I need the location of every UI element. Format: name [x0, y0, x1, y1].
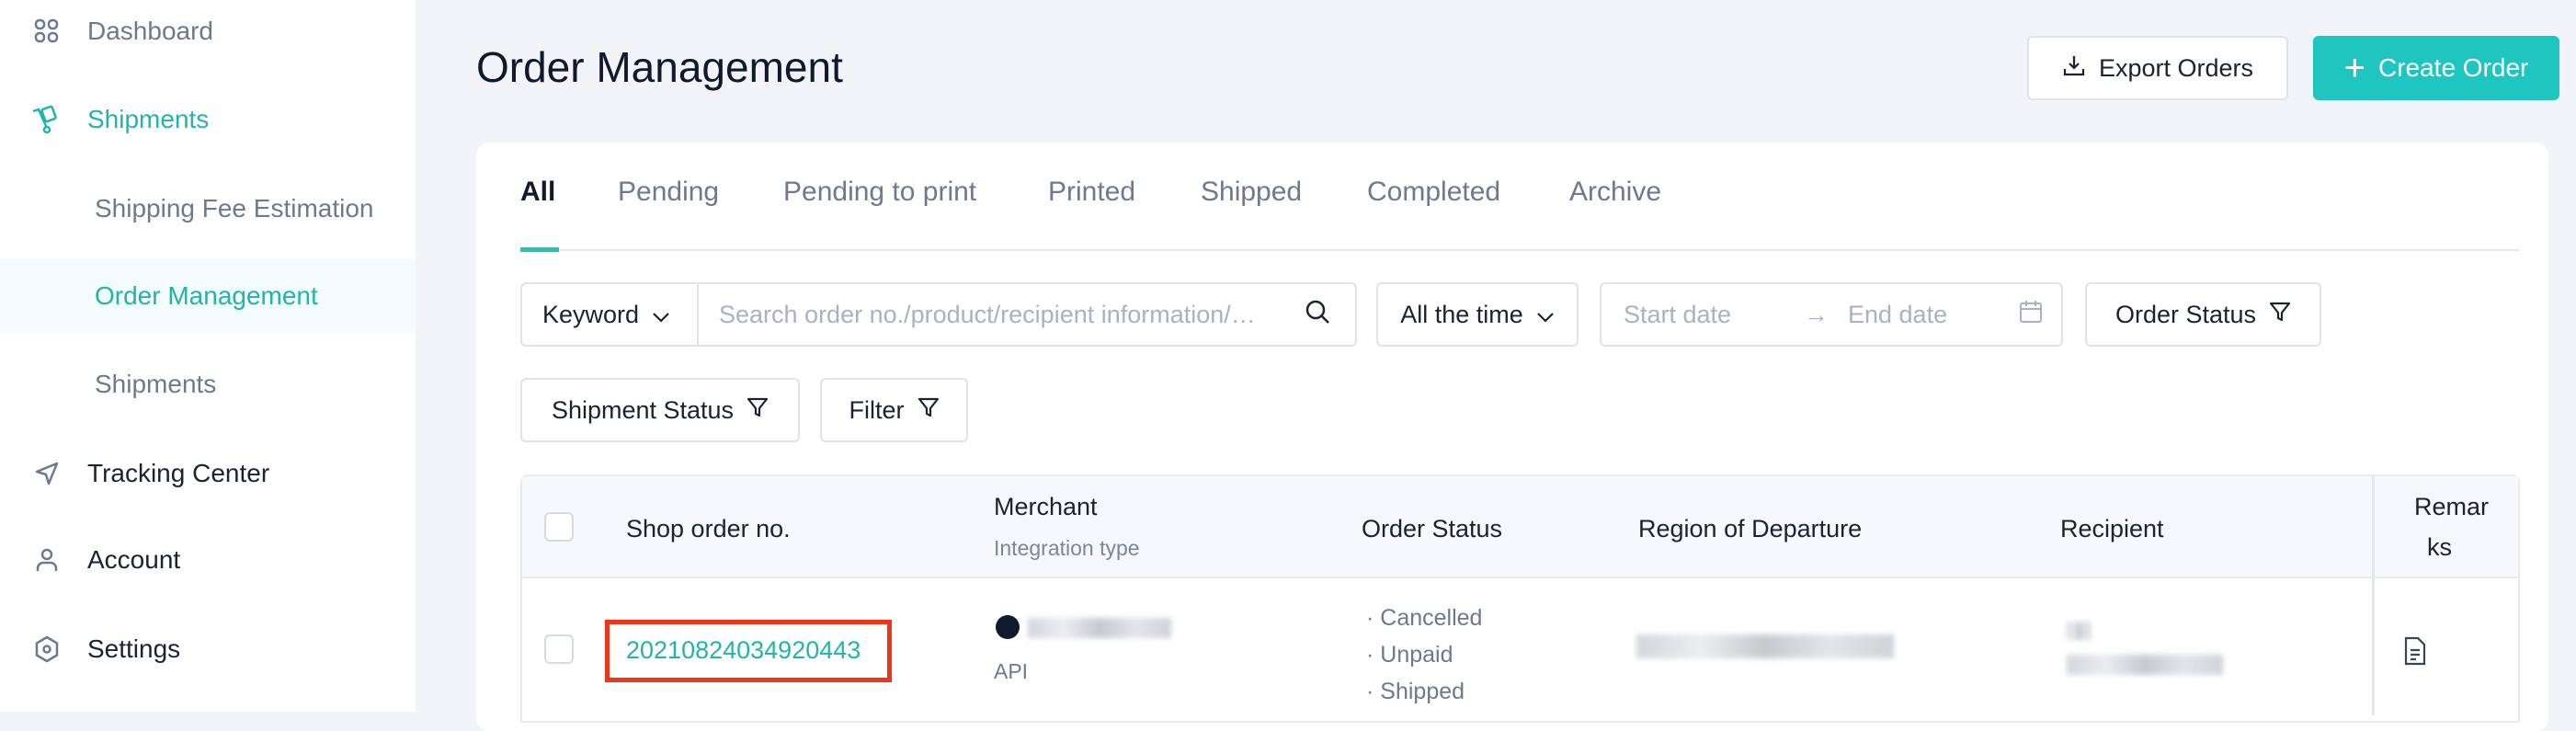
merchant-name-redacted	[1028, 618, 1171, 638]
filter-icon	[918, 396, 940, 425]
settings-icon	[31, 634, 63, 665]
sidebar-item-label: Settings	[87, 634, 181, 663]
sidebar-item-label: Shipments	[95, 370, 217, 398]
region-redacted	[1636, 634, 1894, 658]
status-item: · Cancelled	[1366, 605, 1483, 631]
tab-archive[interactable]: Archive	[1569, 177, 1661, 208]
select-all-checkbox[interactable]	[544, 512, 574, 542]
order-status-filter[interactable]: Order Status	[2085, 282, 2321, 347]
tab-pending[interactable]: Pending	[618, 177, 719, 208]
order-status-list: · Cancelled · Unpaid · Shipped	[1366, 600, 1482, 710]
time-range-value: All the time	[1400, 300, 1523, 328]
recipient-address-redacted	[2067, 655, 2223, 675]
order-number-link[interactable]: 20210824034920443	[626, 636, 861, 665]
header-recipient: Recipient	[2060, 515, 2164, 543]
sidebar-item-label: Shipping Fee Estimation	[95, 194, 374, 223]
shipment-status-label: Shipment Status	[551, 395, 735, 424]
filter-icon	[2269, 301, 2291, 329]
create-order-button[interactable]: + Create Order	[2313, 36, 2559, 100]
header-region-of-departure: Region of Departure	[1638, 515, 1863, 543]
sidebar-item-label: Account	[87, 545, 181, 574]
create-order-label: Create Order	[2377, 53, 2529, 82]
time-range-select[interactable]: All the time	[1376, 282, 1579, 347]
remarks-column-divider	[2372, 476, 2375, 715]
order-status-label: Order Status	[2114, 300, 2257, 328]
download-icon	[2062, 53, 2086, 84]
sidebar-item-label: Order Management	[95, 281, 318, 310]
user-icon	[31, 544, 63, 576]
sidebar-item-label: Tracking Center	[87, 459, 270, 487]
header-remarks-wrap: ks	[2427, 533, 2452, 561]
filter-icon	[747, 396, 769, 425]
tabs-divider	[520, 249, 2520, 251]
merchant-logo	[996, 615, 1020, 639]
table-header	[522, 476, 2518, 578]
header-integration-type: Integration type	[994, 536, 1140, 560]
sidebar-item-settings[interactable]: Settings	[0, 612, 416, 686]
tab-completed[interactable]: Completed	[1367, 177, 1500, 208]
end-date-input[interactable]: End date	[1848, 301, 2019, 329]
plus-icon: +	[2343, 48, 2365, 88]
search-input[interactable]: Search order no./product/recipient infor…	[697, 282, 1357, 347]
sidebar-item-shipping-fee-estimation[interactable]: Shipping Fee Estimation	[0, 172, 416, 246]
document-icon[interactable]	[2403, 636, 2427, 670]
cart-icon	[31, 104, 63, 135]
page-title: Order Management	[476, 43, 843, 91]
status-item: · Shipped	[1366, 679, 1465, 704]
header-merchant: Merchant	[994, 493, 1098, 520]
calendar-icon	[2019, 300, 2043, 330]
header-order-status: Order Status	[1362, 515, 1503, 543]
send-icon	[31, 458, 63, 489]
grid-icon	[31, 16, 63, 47]
recipient-name-redacted	[2067, 622, 2091, 640]
sidebar-item-order-management[interactable]: Order Management	[0, 259, 416, 333]
chevron-down-icon	[652, 301, 670, 329]
filter-label: Filter	[849, 395, 905, 424]
tab-shipped[interactable]: Shipped	[1201, 177, 1302, 208]
status-shipped: Shipped	[1380, 679, 1465, 704]
sidebar-item-account[interactable]: Account	[0, 523, 416, 597]
shipment-status-filter[interactable]: Shipment Status	[520, 378, 800, 442]
status-cancelled: Cancelled	[1380, 605, 1483, 631]
tab-pending-to-print[interactable]: Pending to print	[783, 177, 976, 208]
chevron-down-icon	[1536, 301, 1555, 329]
tab-all[interactable]: All	[520, 177, 555, 208]
sidebar-item-dashboard[interactable]: Dashboard	[0, 0, 416, 68]
status-unpaid: Unpaid	[1380, 642, 1453, 668]
integration-type: API	[994, 659, 1029, 683]
sidebar: Dashboard Shipments Shipping Fee Estimat…	[0, 0, 416, 712]
sidebar-item-shipments-sub[interactable]: Shipments	[0, 348, 416, 421]
tab-printed[interactable]: Printed	[1048, 177, 1135, 208]
sidebar-item-label: Dashboard	[87, 17, 213, 45]
keyword-select[interactable]: Keyword	[520, 282, 699, 347]
sidebar-item-tracking-center[interactable]: Tracking Center	[0, 437, 416, 510]
sidebar-item-label: Shipments	[87, 105, 210, 133]
arrow-right-icon: →	[1804, 300, 1829, 328]
start-date-input[interactable]: Start date	[1624, 301, 1804, 329]
date-range-picker[interactable]: Start date → End date	[1600, 282, 2063, 347]
export-orders-label: Export Orders	[2098, 53, 2254, 82]
header-remarks: Remar	[2414, 493, 2490, 520]
export-orders-button[interactable]: Export Orders	[2027, 36, 2288, 100]
sidebar-item-shipments[interactable]: Shipments	[0, 83, 416, 156]
keyword-select-value: Keyword	[542, 300, 640, 328]
active-tab-indicator	[520, 247, 559, 252]
filter-button[interactable]: Filter	[820, 378, 968, 442]
search-icon[interactable]	[1304, 298, 1331, 332]
header-shop-order-no: Shop order no.	[626, 515, 791, 543]
status-item: · Unpaid	[1366, 642, 1453, 668]
search-placeholder: Search order no./product/recipient infor…	[719, 300, 1256, 328]
row-checkbox[interactable]	[544, 634, 574, 664]
